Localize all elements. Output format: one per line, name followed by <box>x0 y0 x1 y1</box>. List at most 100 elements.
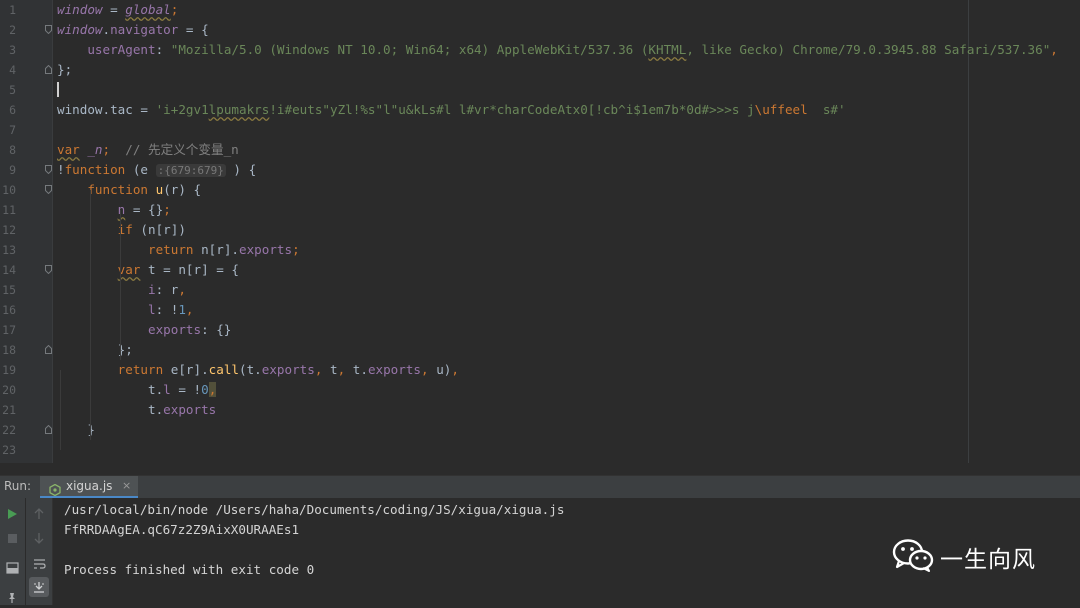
stop-button[interactable] <box>2 528 22 548</box>
code-token: = { <box>178 22 209 37</box>
code-token: lpumakrs <box>208 102 270 117</box>
code-token: , like Gecko) Chrome/79.0.3945.88 Safari… <box>686 42 1051 57</box>
code-line[interactable]: 22 } <box>0 420 1080 440</box>
run-tab-title: xigua.js <box>66 479 113 493</box>
wechat-watermark: 一生向风 <box>892 537 1036 577</box>
fold-open-icon[interactable] <box>45 25 52 34</box>
line-number: 9 <box>9 163 16 177</box>
code-line[interactable]: 12 if (n[r]) <box>0 220 1080 240</box>
indent-guide <box>120 210 121 360</box>
line-number: 14 <box>2 263 16 277</box>
code-line[interactable]: 20 t.l = !0, <box>0 380 1080 400</box>
line-number: 11 <box>2 203 16 217</box>
code-token: = <box>102 2 126 17</box>
code-text: window = global; <box>57 0 178 20</box>
code-text: }; <box>57 340 133 360</box>
fold-open-icon[interactable] <box>45 265 52 274</box>
code-text: window.navigator = { <box>57 20 209 40</box>
pin-button[interactable] <box>2 588 22 608</box>
line-number: 19 <box>2 363 16 377</box>
scroll-down-button[interactable] <box>29 528 49 548</box>
indent-guide <box>60 370 61 450</box>
code-token: !i#euts"yZl!%s"l"u&kLs#l l#vr*charCodeAt… <box>269 102 755 117</box>
code-line[interactable]: 6 window.tac = 'i+2gv1lpumakrs!i#euts"yZl… <box>0 100 1080 120</box>
fold-close-icon[interactable] <box>45 345 52 354</box>
code-line[interactable]: 18 }; <box>0 340 1080 360</box>
code-line[interactable]: 1 window = global; <box>0 0 1080 20</box>
line-number: 1 <box>9 3 16 17</box>
code-line[interactable]: 16 l: !1, <box>0 300 1080 320</box>
code-line[interactable]: 7 <box>0 120 1080 140</box>
code-token: s#' <box>807 102 846 117</box>
code-token: t <box>322 362 338 377</box>
fold-open-icon[interactable] <box>45 165 52 174</box>
code-token: window <box>57 2 103 17</box>
indent-guide <box>90 190 91 440</box>
layout-icon <box>5 562 19 574</box>
code-token: . <box>102 102 111 117</box>
line-number: 17 <box>2 323 16 337</box>
line-number: 8 <box>9 143 16 157</box>
code-line[interactable]: 15 i: r, <box>0 280 1080 300</box>
code-token: : <box>155 42 171 57</box>
code-line[interactable]: 9 !function (e :{679:679} ) { <box>0 160 1080 180</box>
code-token: 'i+2gv1 <box>155 102 209 117</box>
code-text: function u(r) { <box>57 180 201 200</box>
code-line[interactable]: 23 <box>0 440 1080 460</box>
code-token: function <box>57 182 148 197</box>
console-command-line: /usr/local/bin/node /Users/haha/Document… <box>64 502 565 517</box>
layout-button[interactable] <box>2 558 22 578</box>
code-line[interactable]: 19 return e[r].call(t.exports, t, t.expo… <box>0 360 1080 380</box>
fold-open-icon[interactable] <box>45 185 52 194</box>
code-token: window <box>57 102 103 117</box>
code-text: l: !1, <box>57 300 194 320</box>
fold-close-icon[interactable] <box>45 425 52 434</box>
code-line[interactable]: 3 userAgent: "Mozilla/5.0 (Windows NT 10… <box>0 40 1080 60</box>
code-token: :{679:679} <box>155 164 226 177</box>
scroll-to-end-icon <box>34 582 44 593</box>
code-line[interactable]: 4}; <box>0 60 1080 80</box>
code-token: ; <box>102 142 111 157</box>
fold-close-icon[interactable] <box>45 65 52 74</box>
code-token: e[r]. <box>163 362 209 377</box>
code-line[interactable]: 10 function u(r) { <box>0 180 1080 200</box>
code-token: ) { <box>225 162 257 177</box>
code-editor[interactable]: 1 window = global; 2 window.navigator = {3 … <box>0 0 1080 463</box>
code-token: return <box>57 242 194 257</box>
code-line[interactable]: 17 exports: {} <box>0 320 1080 340</box>
code-token: u) <box>428 362 452 377</box>
code-line[interactable]: 21 t.exports <box>0 400 1080 420</box>
code-token: , <box>1050 42 1058 57</box>
line-number: 6 <box>9 103 16 117</box>
code-line[interactable]: 2 window.navigator = { <box>0 20 1080 40</box>
line-number: 18 <box>2 343 16 357</box>
code-token: 1 <box>178 302 186 317</box>
code-token: : {} <box>201 322 232 337</box>
line-number: 23 <box>2 443 16 457</box>
soft-wrap-button[interactable] <box>29 554 49 574</box>
code-token: n[r]. <box>193 242 239 257</box>
code-text: window.tac = 'i+2gv1lpumakrs!i#euts"yZl!… <box>57 100 846 120</box>
code-token: t = n[r] = { <box>140 262 239 277</box>
scroll-to-end-button[interactable] <box>29 577 49 597</box>
code-line[interactable]: 5 <box>0 80 1080 100</box>
code-token: : r <box>155 282 179 297</box>
close-icon[interactable]: × <box>122 479 131 492</box>
line-number: 20 <box>2 383 16 397</box>
code-token: i <box>57 282 156 297</box>
code-token: navigator <box>110 22 179 37</box>
code-text: }; <box>57 60 72 80</box>
run-tab-xigua[interactable]: xigua.js × <box>40 476 138 498</box>
run-actions-right <box>26 498 53 605</box>
code-token: }; <box>57 62 73 77</box>
rerun-button[interactable] <box>2 504 22 524</box>
code-line[interactable]: 8 var _n; // 先定义个变量_n <box>0 140 1080 160</box>
code-line[interactable]: 11 n = {}; <box>0 200 1080 220</box>
soft-wrap-icon <box>33 559 46 569</box>
code-line[interactable]: 13 return n[r].exports; <box>0 240 1080 260</box>
wechat-icon <box>892 538 934 576</box>
scroll-up-button[interactable] <box>29 504 49 524</box>
run-actions-left <box>0 498 25 605</box>
code-line[interactable]: 14 var t = n[r] = { <box>0 260 1080 280</box>
